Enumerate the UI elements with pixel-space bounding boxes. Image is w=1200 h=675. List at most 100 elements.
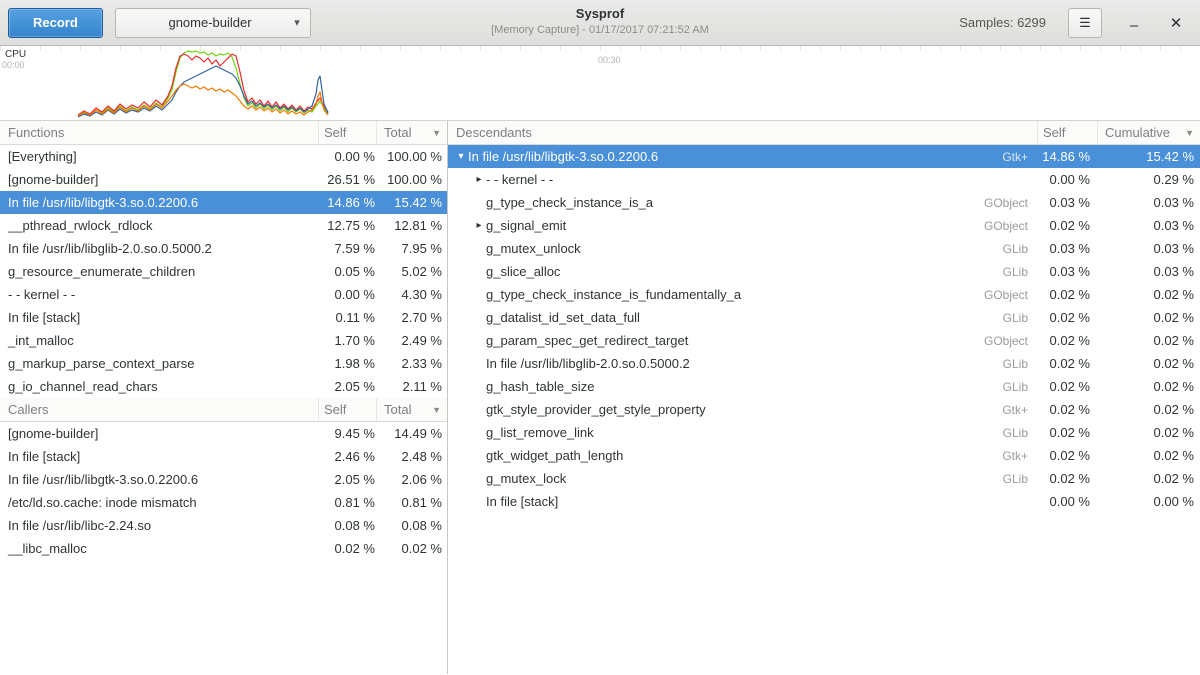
function-row[interactable]: g_resource_enumerate_children0.05 %5.02 … <box>0 260 447 283</box>
descendant-row[interactable]: ▾In file /usr/lib/libgtk-3.so.0.2200.6 Gt… <box>448 145 1200 168</box>
function-row[interactable]: [Everything]0.00 %100.00 % <box>0 145 447 168</box>
total-percent: 0.02 % <box>377 541 447 556</box>
descendant-row[interactable]: gtk_style_provider_get_style_propertyGtk… <box>448 398 1200 421</box>
descendant-row[interactable]: g_type_check_instance_is_aGObject0.03 %0… <box>448 191 1200 214</box>
descendant-row[interactable]: g_slice_allocGLib0.03 %0.03 % <box>448 260 1200 283</box>
function-row[interactable]: [gnome-builder]26.51 %100.00 % <box>0 168 447 191</box>
descendant-row[interactable]: g_mutex_lockGLib0.02 %0.02 % <box>448 467 1200 490</box>
total-percent: 15.42 % <box>377 195 447 210</box>
cumulative-percent: 0.02 % <box>1098 448 1200 463</box>
self-percent: 0.03 % <box>1038 195 1098 210</box>
function-row[interactable]: In file [stack]0.11 %2.70 % <box>0 306 447 329</box>
library-tag: GObject <box>984 196 1038 210</box>
function-row[interactable]: In file /usr/lib/libglib-2.0.so.0.5000.2… <box>0 237 447 260</box>
functions-total-column-header[interactable]: Total ▼ <box>377 121 447 144</box>
total-percent: 7.95 % <box>377 241 447 256</box>
self-percent: 0.03 % <box>1038 264 1098 279</box>
cumulative-percent: 15.42 % <box>1098 149 1200 164</box>
caller-row[interactable]: __libc_malloc0.02 %0.02 % <box>0 537 447 560</box>
caller-row[interactable]: In file [stack]2.46 %2.48 % <box>0 445 447 468</box>
cumulative-percent: 0.02 % <box>1098 402 1200 417</box>
library-tag: GLib <box>1003 265 1038 279</box>
self-percent: 0.03 % <box>1038 241 1098 256</box>
function-name: In file /usr/lib/libgtk-3.so.0.2200.6 <box>468 149 658 164</box>
function-name: g_type_check_instance_is_a <box>486 195 653 210</box>
function-row[interactable]: _int_malloc1.70 %2.49 % <box>0 329 447 352</box>
function-name: [Everything] <box>0 149 319 164</box>
callers-header: Callers Self Total ▼ <box>0 398 447 422</box>
descendants-self-column-header[interactable]: Self <box>1038 121 1098 144</box>
callers-total-column-header[interactable]: Total ▼ <box>377 398 447 421</box>
descendants-header: Descendants Self Cumulative ▼ <box>448 121 1200 145</box>
cpu-timeline[interactable]: CPU 00:00 00:30 <box>0 46 1200 121</box>
cumulative-percent: 0.02 % <box>1098 471 1200 486</box>
total-percent: 100.00 % <box>377 149 447 164</box>
functions-header: Functions Self Total ▼ <box>0 121 447 145</box>
descendant-name-cell: g_slice_allocGLib <box>448 264 1038 279</box>
library-tag: GObject <box>984 219 1038 233</box>
function-name: - - kernel - - <box>0 287 319 302</box>
function-name: g_mutex_lock <box>486 471 566 486</box>
descendant-row[interactable]: ▸- - kernel - -0.00 %0.29 % <box>448 168 1200 191</box>
menu-button[interactable]: ☰ <box>1068 8 1102 38</box>
self-percent: 14.86 % <box>1038 149 1098 164</box>
descendant-row[interactable]: g_mutex_unlockGLib0.03 %0.03 % <box>448 237 1200 260</box>
self-percent: 2.46 % <box>319 449 377 464</box>
self-percent: 0.02 % <box>1038 402 1098 417</box>
window-title-area: Sysprof [Memory Capture] - 01/17/2017 07… <box>491 6 709 37</box>
cumulative-percent: 0.02 % <box>1098 379 1200 394</box>
cumulative-percent: 0.02 % <box>1098 287 1200 302</box>
functions-self-column-header[interactable]: Self <box>319 121 377 144</box>
function-name: gtk_widget_path_length <box>486 448 623 463</box>
minimize-button[interactable]: – <box>1124 14 1144 31</box>
callers-self-column-header[interactable]: Self <box>319 398 377 421</box>
function-row[interactable]: __pthread_rwlock_rdlock12.75 %12.81 % <box>0 214 447 237</box>
expander-closed-icon[interactable]: ▸ <box>472 220 486 231</box>
self-percent: 0.02 % <box>1038 425 1098 440</box>
cpu-label: CPU <box>5 49 26 60</box>
function-name: In file [stack] <box>0 310 319 325</box>
callers-column-header[interactable]: Callers <box>0 398 319 421</box>
self-percent: 0.02 % <box>1038 218 1098 233</box>
descendant-row[interactable]: In file /usr/lib/libglib-2.0.so.0.5000.2… <box>448 352 1200 375</box>
caller-row[interactable]: In file /usr/lib/libc-2.24.so0.08 %0.08 … <box>0 514 447 537</box>
descendant-row[interactable]: g_list_remove_linkGLib0.02 %0.02 % <box>448 421 1200 444</box>
descendants-column-header[interactable]: Descendants <box>448 121 1038 144</box>
total-percent: 100.00 % <box>377 172 447 187</box>
descendant-row[interactable]: g_param_spec_get_redirect_targetGObject0… <box>448 329 1200 352</box>
function-row[interactable]: g_markup_parse_context_parse1.98 %2.33 % <box>0 352 447 375</box>
cumulative-percent: 0.02 % <box>1098 333 1200 348</box>
functions-rows: [Everything]0.00 %100.00 %[gnome-builder… <box>0 145 447 398</box>
library-tag: Gtk+ <box>1002 150 1038 164</box>
descendant-row[interactable]: ▸g_signal_emitGObject0.02 %0.03 % <box>448 214 1200 237</box>
self-percent: 0.02 % <box>1038 471 1098 486</box>
functions-column-header[interactable]: Functions <box>0 121 319 144</box>
close-button[interactable]: ✕ <box>1166 14 1186 32</box>
function-name: g_signal_emit <box>486 218 566 233</box>
descendant-row[interactable]: g_hash_table_sizeGLib0.02 %0.02 % <box>448 375 1200 398</box>
callers-total-label: Total <box>384 402 411 417</box>
descendants-cumulative-column-header[interactable]: Cumulative ▼ <box>1098 121 1200 144</box>
sort-descending-icon: ▼ <box>1185 128 1194 138</box>
caller-row[interactable]: In file /usr/lib/libgtk-3.so.0.2200.62.0… <box>0 468 447 491</box>
record-button[interactable]: Record <box>8 8 103 38</box>
expander-open-icon[interactable]: ▾ <box>454 151 468 162</box>
timeline-time-start: 00:00 <box>2 60 25 70</box>
function-row[interactable]: - - kernel - -0.00 %4.30 % <box>0 283 447 306</box>
descendant-row[interactable]: g_datalist_id_set_data_fullGLib0.02 %0.0… <box>448 306 1200 329</box>
function-row[interactable]: In file /usr/lib/libgtk-3.so.0.2200.614.… <box>0 191 447 214</box>
descendant-row[interactable]: g_type_check_instance_is_fundamentally_a… <box>448 283 1200 306</box>
function-name: - - kernel - - <box>486 172 553 187</box>
process-selector[interactable]: gnome-builder ▾ <box>115 8 311 38</box>
descendant-name-cell: g_type_check_instance_is_a GObject <box>448 195 1038 210</box>
descendant-row[interactable]: gtk_widget_path_lengthGtk+0.02 %0.02 % <box>448 444 1200 467</box>
self-percent: 1.70 % <box>319 333 377 348</box>
descendant-name-cell: ▸- - kernel - - <box>448 172 1038 187</box>
self-percent: 7.59 % <box>319 241 377 256</box>
total-percent: 2.11 % <box>377 379 447 394</box>
expander-closed-icon[interactable]: ▸ <box>472 174 486 185</box>
caller-row[interactable]: /etc/ld.so.cache: inode mismatch0.81 %0.… <box>0 491 447 514</box>
descendant-row[interactable]: In file [stack]0.00 %0.00 % <box>448 490 1200 513</box>
caller-row[interactable]: [gnome-builder]9.45 %14.49 % <box>0 422 447 445</box>
function-row[interactable]: g_io_channel_read_chars2.05 %2.11 % <box>0 375 447 398</box>
